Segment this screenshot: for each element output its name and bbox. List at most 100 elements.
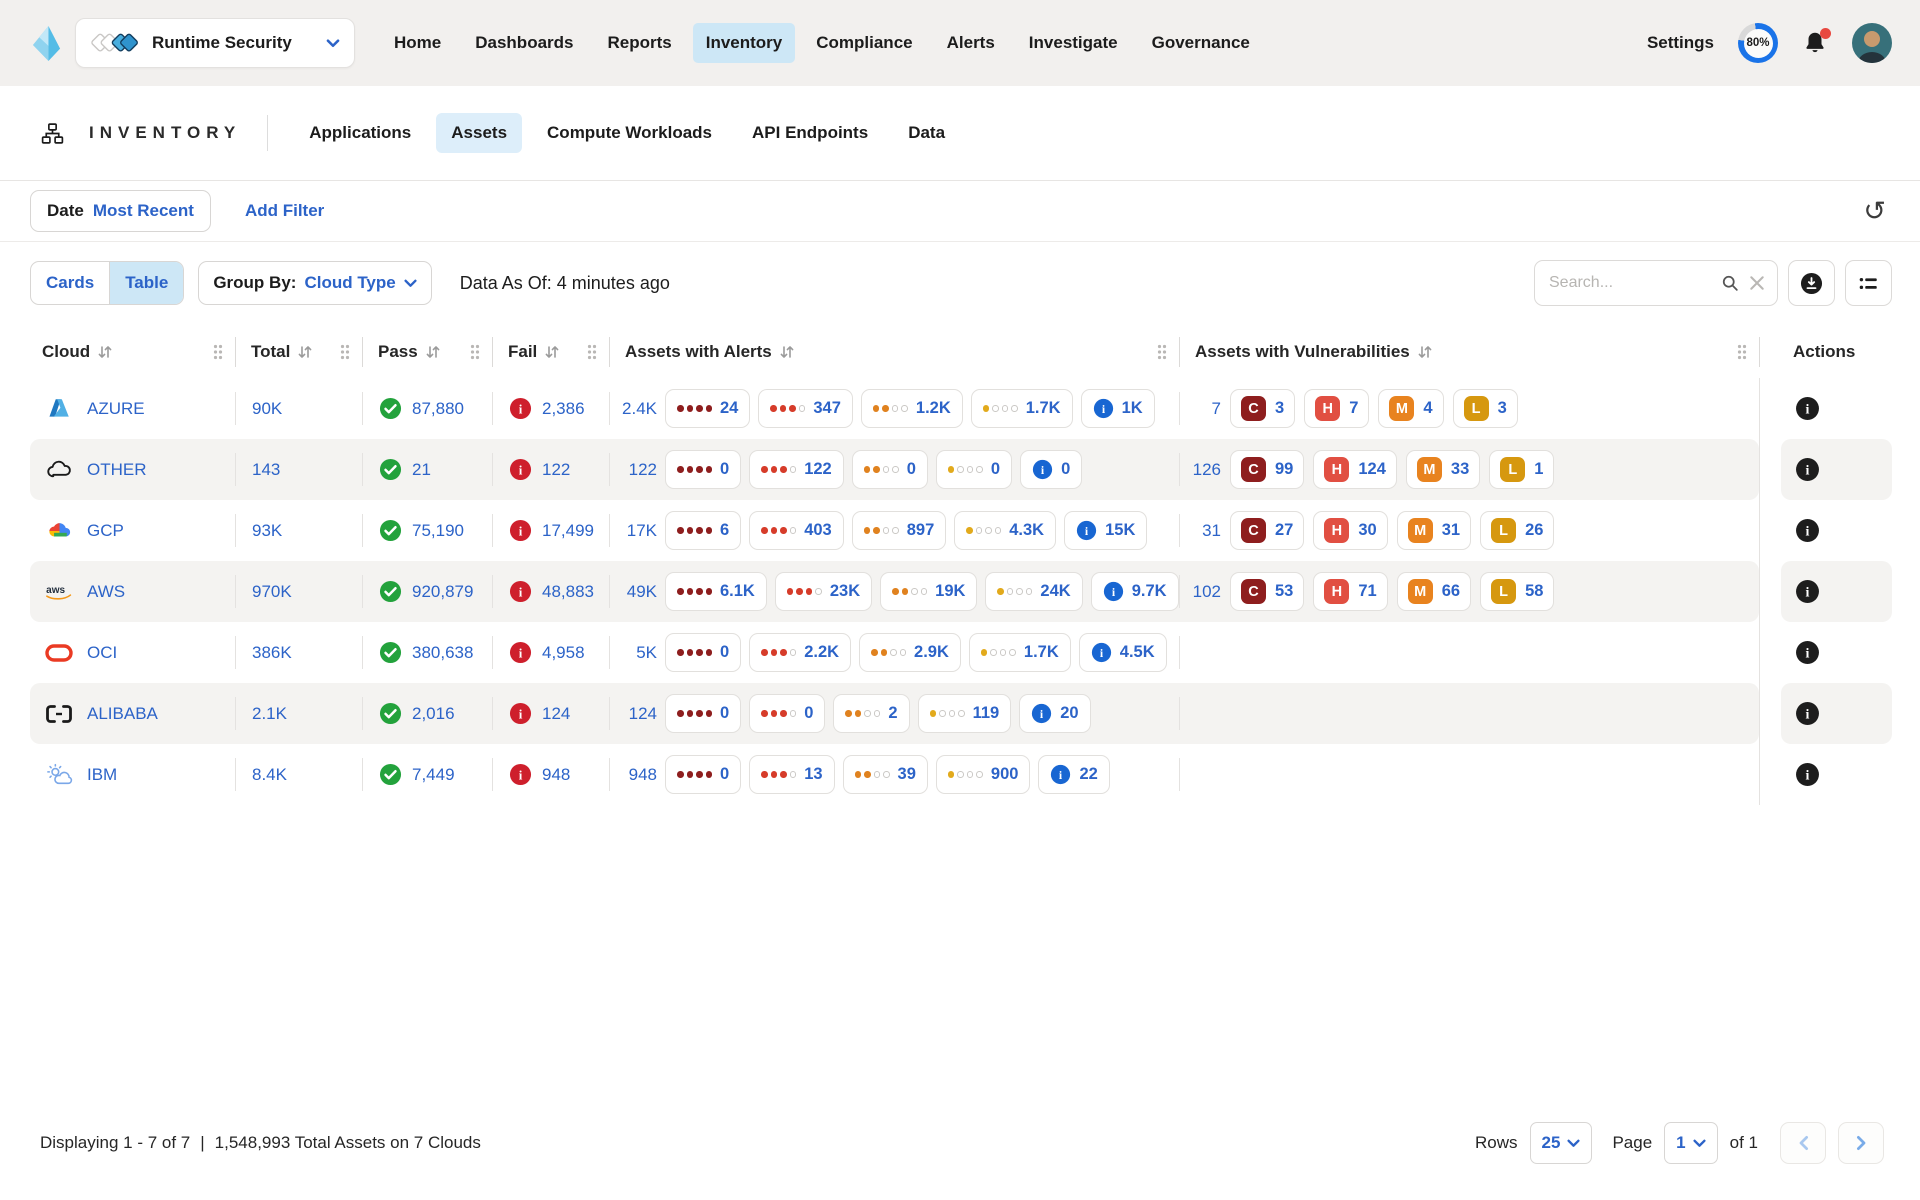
total-count-link[interactable]: 386K	[252, 643, 292, 663]
previous-page-button[interactable]	[1780, 1122, 1826, 1164]
informational-alerts-chip[interactable]: i 20	[1019, 694, 1090, 733]
high-alerts-chip[interactable]: 0	[749, 694, 825, 733]
low-vulns-chip[interactable]: L 26	[1480, 511, 1554, 550]
critical-alerts-chip[interactable]: 0	[665, 694, 741, 733]
nav-item-inventory[interactable]: Inventory	[693, 23, 796, 63]
sort-icon[interactable]	[544, 345, 560, 359]
cloud-link[interactable]: AWS	[87, 582, 125, 602]
nav-item-home[interactable]: Home	[381, 23, 454, 63]
critical-alerts-chip[interactable]: 0	[665, 755, 741, 794]
sort-icon[interactable]	[97, 345, 113, 359]
critical-alerts-chip[interactable]: 24	[665, 389, 750, 428]
high-alerts-chip[interactable]: 13	[749, 755, 834, 794]
tab-api-endpoints[interactable]: API Endpoints	[737, 113, 883, 153]
pass-count-link[interactable]: 7,449	[412, 765, 455, 785]
settings-button[interactable]: Settings	[1647, 33, 1714, 53]
total-count-link[interactable]: 2.1K	[252, 704, 287, 724]
sort-icon[interactable]	[425, 345, 441, 359]
nav-item-alerts[interactable]: Alerts	[934, 23, 1008, 63]
fail-count-link[interactable]: 122	[542, 460, 570, 480]
cloud-link[interactable]: OTHER	[87, 460, 147, 480]
informational-alerts-chip[interactable]: i 15K	[1064, 511, 1147, 550]
informational-alerts-chip[interactable]: i 9.7K	[1091, 572, 1179, 611]
date-filter[interactable]: Date Most Recent	[30, 190, 211, 232]
high-vulns-chip[interactable]: H 124	[1313, 450, 1397, 489]
column-header-cloud[interactable]: Cloud	[30, 326, 235, 378]
pass-count-link[interactable]: 380,638	[412, 643, 473, 663]
medium-vulns-chip[interactable]: M 66	[1397, 572, 1471, 611]
column-header-assets-with-alerts[interactable]: Assets with Alerts	[609, 326, 1179, 378]
critical-vulns-chip[interactable]: C 27	[1230, 511, 1304, 550]
cloud-link[interactable]: ALIBABA	[87, 704, 158, 724]
drag-handle-icon[interactable]	[340, 344, 350, 360]
drag-handle-icon[interactable]	[587, 344, 597, 360]
critical-vulns-chip[interactable]: C 99	[1230, 450, 1304, 489]
search-icon[interactable]	[1720, 273, 1740, 293]
usage-progress-ring[interactable]: 80%	[1738, 23, 1778, 63]
drag-handle-icon[interactable]	[470, 344, 480, 360]
high-vulns-chip[interactable]: H 30	[1313, 511, 1387, 550]
column-header-fail[interactable]: Fail	[492, 326, 609, 378]
medium-alerts-chip[interactable]: 2	[833, 694, 909, 733]
pass-count-link[interactable]: 920,879	[412, 582, 473, 602]
total-count-link[interactable]: 93K	[252, 521, 282, 541]
table-row-aws[interactable]: aws AWS 970K 920,879 i 48,883 49K 6.1K	[30, 561, 1892, 622]
row-actions-info-button[interactable]: i	[1795, 701, 1820, 726]
medium-vulns-chip[interactable]: M 4	[1378, 389, 1443, 428]
low-alerts-chip[interactable]: 900	[936, 755, 1031, 794]
critical-alerts-chip[interactable]: 6.1K	[665, 572, 767, 611]
nav-item-governance[interactable]: Governance	[1139, 23, 1263, 63]
vulnerabilities-total-link[interactable]: 7	[1179, 399, 1221, 419]
notifications-bell-icon[interactable]	[1802, 30, 1828, 56]
table-row-azure[interactable]: AZURE 90K 87,880 i 2,386 2.4K 24 347	[30, 378, 1892, 439]
sort-icon[interactable]	[779, 345, 795, 359]
nav-item-compliance[interactable]: Compliance	[803, 23, 925, 63]
row-actions-info-button[interactable]: i	[1795, 762, 1820, 787]
user-avatar[interactable]	[1852, 23, 1892, 63]
row-actions-info-button[interactable]: i	[1795, 457, 1820, 482]
tab-applications[interactable]: Applications	[294, 113, 426, 153]
medium-vulns-chip[interactable]: M 31	[1397, 511, 1471, 550]
medium-alerts-chip[interactable]: 2.9K	[859, 633, 961, 672]
medium-alerts-chip[interactable]: 39	[843, 755, 928, 794]
drag-handle-icon[interactable]	[1157, 344, 1167, 360]
drag-handle-icon[interactable]	[1737, 344, 1747, 360]
low-alerts-chip[interactable]: 1.7K	[969, 633, 1071, 672]
tab-assets[interactable]: Assets	[436, 113, 522, 153]
critical-alerts-chip[interactable]: 0	[665, 450, 741, 489]
alerts-total-link[interactable]: 2.4K	[609, 399, 657, 419]
pass-count-link[interactable]: 2,016	[412, 704, 455, 724]
fail-count-link[interactable]: 2,386	[542, 399, 585, 419]
pass-count-link[interactable]: 75,190	[412, 521, 464, 541]
column-header-total[interactable]: Total	[235, 326, 362, 378]
critical-alerts-chip[interactable]: 0	[665, 633, 741, 672]
table-row-ibm[interactable]: IBM 8.4K 7,449 i 948 948 0 13	[30, 744, 1892, 805]
total-count-link[interactable]: 970K	[252, 582, 292, 602]
informational-alerts-chip[interactable]: i 4.5K	[1079, 633, 1167, 672]
high-vulns-chip[interactable]: H 71	[1313, 572, 1387, 611]
low-alerts-chip[interactable]: 24K	[985, 572, 1082, 611]
medium-alerts-chip[interactable]: 897	[852, 511, 947, 550]
low-alerts-chip[interactable]: 119	[918, 694, 1012, 733]
group-by-dropdown[interactable]: Group By: Cloud Type	[198, 261, 431, 305]
low-vulns-chip[interactable]: L 3	[1453, 389, 1518, 428]
add-filter-button[interactable]: Add Filter	[245, 201, 324, 221]
table-view-button[interactable]: Table	[109, 262, 183, 304]
medium-vulns-chip[interactable]: M 33	[1406, 450, 1480, 489]
reset-filters-icon[interactable]: ↺	[1863, 198, 1886, 225]
rows-per-page-select[interactable]: 25	[1530, 1122, 1593, 1164]
column-settings-button[interactable]	[1845, 260, 1892, 306]
alerts-total-link[interactable]: 49K	[609, 582, 657, 602]
nav-item-dashboards[interactable]: Dashboards	[462, 23, 586, 63]
high-alerts-chip[interactable]: 347	[758, 389, 853, 428]
alerts-total-link[interactable]: 122	[609, 460, 657, 480]
row-actions-info-button[interactable]: i	[1795, 579, 1820, 604]
table-row-other[interactable]: OTHER 143 21 i 122 122 0 122	[30, 439, 1892, 500]
critical-alerts-chip[interactable]: 6	[665, 511, 741, 550]
alerts-total-link[interactable]: 124	[609, 704, 657, 724]
alerts-total-link[interactable]: 948	[609, 765, 657, 785]
row-actions-info-button[interactable]: i	[1795, 518, 1820, 543]
alerts-total-link[interactable]: 17K	[609, 521, 657, 541]
medium-alerts-chip[interactable]: 1.2K	[861, 389, 963, 428]
high-alerts-chip[interactable]: 2.2K	[749, 633, 851, 672]
